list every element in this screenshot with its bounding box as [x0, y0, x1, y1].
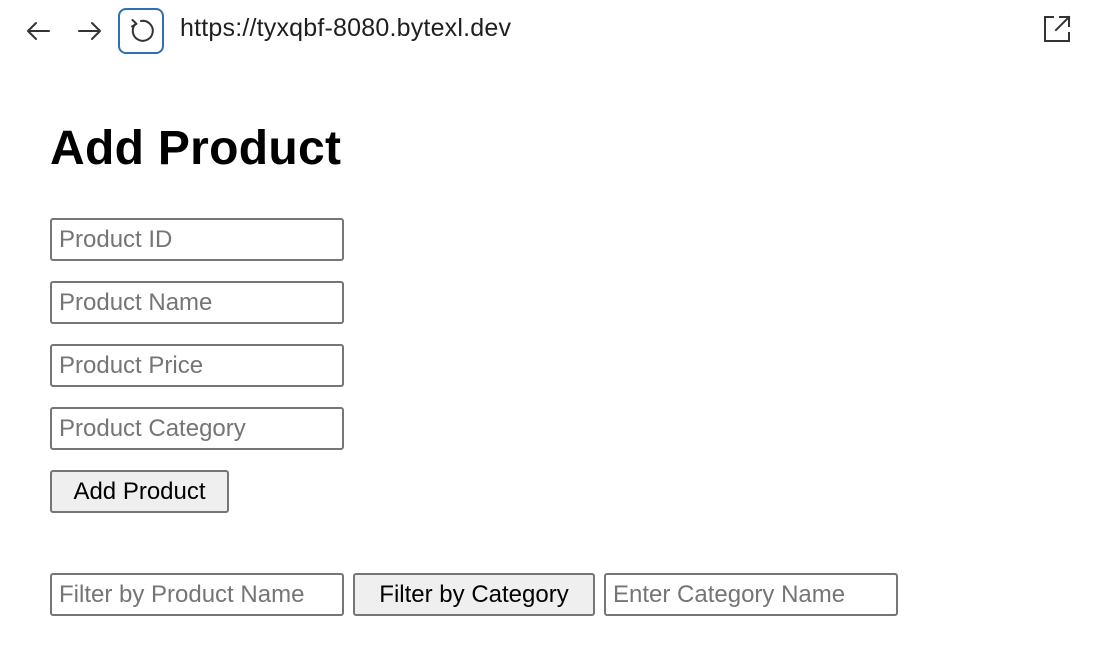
filter-by-category-button[interactable]: Filter by Category	[353, 573, 595, 616]
filter-bar: Filter by Category	[50, 573, 950, 616]
category-name-input[interactable]	[604, 573, 898, 616]
page-content: Add Product Add Product	[50, 118, 1050, 513]
arrow-left-icon	[23, 16, 53, 46]
browser-toolbar: https://tyxqbf-8080.bytexl.dev	[0, 0, 1108, 62]
address-bar-url[interactable]: https://tyxqbf-8080.bytexl.dev	[180, 14, 511, 43]
product-category-input[interactable]	[50, 407, 344, 450]
open-external-icon	[1041, 13, 1073, 50]
forward-button[interactable]	[67, 8, 113, 54]
page-title: Add Product	[50, 122, 342, 175]
product-price-input[interactable]	[50, 344, 344, 387]
arrow-right-icon	[75, 16, 105, 46]
product-name-input[interactable]	[50, 281, 344, 324]
reload-button[interactable]	[118, 8, 164, 54]
filter-product-name-input[interactable]	[50, 573, 344, 616]
back-button[interactable]	[15, 8, 61, 54]
add-product-button[interactable]: Add Product	[50, 470, 229, 513]
reload-icon	[126, 16, 156, 46]
open-external-button[interactable]	[1036, 10, 1078, 52]
product-id-input[interactable]	[50, 218, 344, 261]
